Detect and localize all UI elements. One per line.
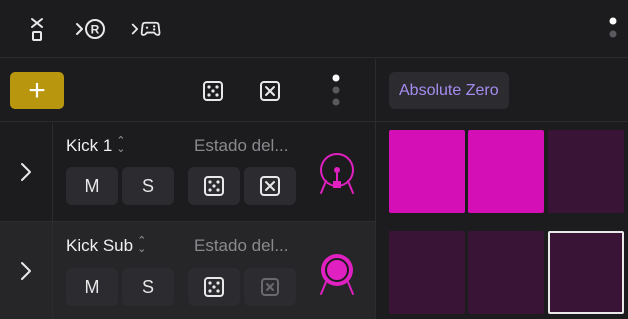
expand-track-button[interactable] bbox=[0, 123, 53, 221]
gamepad-routing-icon[interactable] bbox=[130, 12, 164, 46]
kick-drum-icon[interactable] bbox=[316, 252, 358, 296]
track-name: Kick Sub bbox=[66, 236, 134, 255]
add-icon: + bbox=[28, 73, 46, 107]
swap-icon[interactable] bbox=[20, 12, 54, 46]
record-routing-icon[interactable]: R bbox=[74, 12, 108, 46]
solo-button[interactable]: S bbox=[122, 167, 174, 205]
svg-text:R: R bbox=[91, 23, 100, 37]
clear-button[interactable] bbox=[244, 167, 296, 205]
dice-icon bbox=[204, 277, 224, 297]
track-row: Kick 1 ⌃ ⌄ Estado del... M S bbox=[0, 123, 375, 221]
track-name-selector[interactable]: Kick Sub ⌃ ⌄ bbox=[66, 236, 146, 256]
randomize-button[interactable] bbox=[188, 167, 240, 205]
track-state-field[interactable]: Estado del... bbox=[194, 136, 289, 156]
step-cell[interactable] bbox=[389, 130, 465, 213]
step-cell[interactable] bbox=[468, 130, 544, 213]
chevron-right-icon bbox=[21, 163, 31, 181]
add-track-button[interactable]: + bbox=[10, 72, 64, 109]
clear-button[interactable] bbox=[244, 268, 296, 306]
chevron-right-icon bbox=[21, 261, 31, 280]
step-cell[interactable] bbox=[389, 231, 465, 314]
track-name: Kick 1 bbox=[66, 136, 113, 155]
dice-icon bbox=[204, 176, 224, 196]
step-cell[interactable] bbox=[548, 130, 624, 213]
pattern-header: Absolute Zero bbox=[376, 59, 628, 122]
close-box-icon[interactable] bbox=[256, 77, 284, 105]
expand-track-button[interactable] bbox=[0, 222, 53, 319]
step-cell[interactable] bbox=[468, 231, 544, 314]
dice-icon[interactable] bbox=[199, 77, 227, 105]
pattern-selector-button[interactable]: Absolute Zero bbox=[389, 72, 509, 109]
track-name-selector[interactable]: Kick 1 ⌃ ⌄ bbox=[66, 136, 126, 156]
top-toolbar: R bbox=[0, 0, 628, 58]
mute-button[interactable]: M bbox=[66, 268, 118, 306]
step-cell-selected[interactable] bbox=[548, 231, 624, 314]
mute-button[interactable]: M bbox=[66, 167, 118, 205]
more-icon[interactable] bbox=[606, 14, 620, 44]
solo-button[interactable]: S bbox=[122, 268, 174, 306]
chevron-updown-icon: ⌃ ⌄ bbox=[116, 135, 126, 155]
chevron-updown-icon: ⌃ ⌄ bbox=[137, 235, 147, 255]
close-box-icon bbox=[261, 278, 279, 296]
kick-drum-icon[interactable] bbox=[316, 151, 358, 195]
track-controls-row: + bbox=[0, 59, 375, 122]
randomize-button[interactable] bbox=[188, 268, 240, 306]
more-vertical-icon[interactable] bbox=[329, 71, 343, 111]
track-state-field[interactable]: Estado del... bbox=[194, 236, 289, 256]
track-row: Kick Sub ⌃ ⌄ Estado del... M S bbox=[0, 221, 375, 319]
close-box-icon bbox=[260, 176, 280, 196]
